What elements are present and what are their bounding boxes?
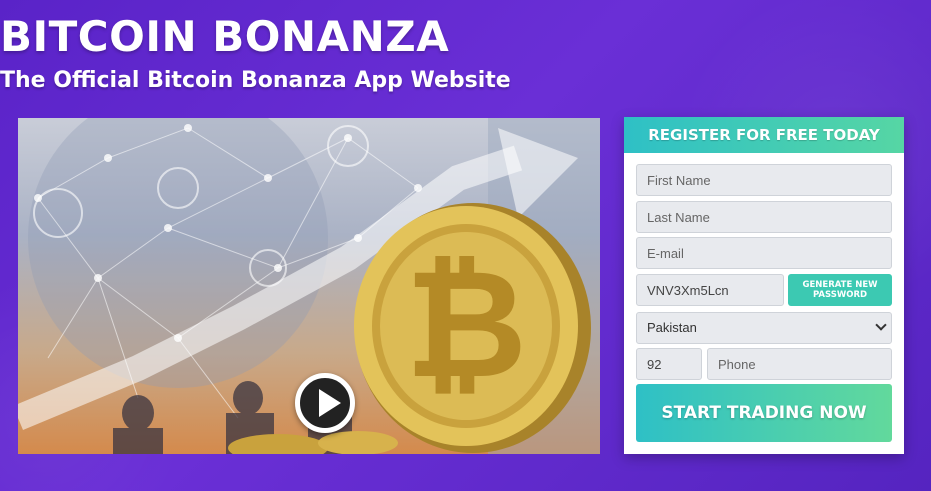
start-trading-button[interactable]: START TRADING NOW bbox=[636, 384, 892, 442]
last-name-input[interactable] bbox=[636, 201, 892, 233]
promo-video[interactable]: ₿ bbox=[18, 118, 600, 454]
form-heading: REGISTER FOR FREE TODAY bbox=[624, 117, 904, 153]
svg-text:₿: ₿ bbox=[405, 238, 527, 412]
chevron-down-icon bbox=[875, 319, 887, 331]
phone-input[interactable] bbox=[707, 348, 892, 380]
site-subtitle: The Official Bitcoin Bonanza App Website bbox=[0, 68, 511, 93]
country-select[interactable]: Pakistan bbox=[636, 312, 892, 344]
country-select-value: Pakistan bbox=[647, 320, 697, 335]
password-input[interactable] bbox=[636, 274, 784, 306]
phone-code-input[interactable] bbox=[636, 348, 702, 380]
generate-password-button[interactable]: GENERATE NEW PASSWORD bbox=[788, 274, 892, 306]
site-title: BITCOIN BONANZA bbox=[0, 12, 450, 61]
play-icon[interactable] bbox=[295, 373, 355, 433]
first-name-input[interactable] bbox=[636, 164, 892, 196]
email-input[interactable] bbox=[636, 237, 892, 269]
registration-form: REGISTER FOR FREE TODAY GENERATE NEW PAS… bbox=[624, 117, 904, 454]
